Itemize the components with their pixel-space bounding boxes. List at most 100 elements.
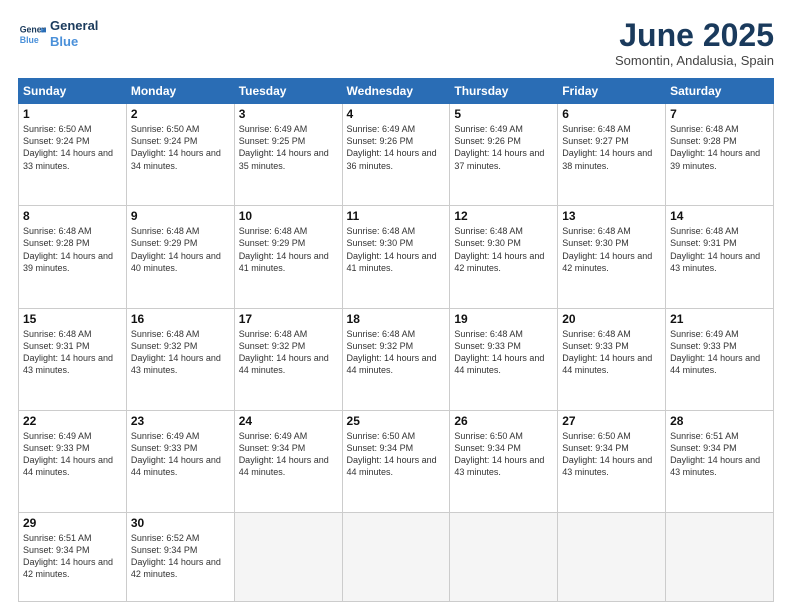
cell-info: Sunrise: 6:48 AMSunset: 9:32 PMDaylight:…	[347, 329, 437, 375]
day-number: 19	[454, 312, 553, 326]
cell-info: Sunrise: 6:49 AMSunset: 9:33 PMDaylight:…	[131, 431, 221, 477]
calendar-cell: 20Sunrise: 6:48 AMSunset: 9:33 PMDayligh…	[558, 308, 666, 410]
header: General Blue General Blue June 2025 Somo…	[18, 18, 774, 68]
cell-info: Sunrise: 6:50 AMSunset: 9:34 PMDaylight:…	[562, 431, 652, 477]
day-number: 3	[239, 107, 338, 121]
day-number: 9	[131, 209, 230, 223]
calendar-cell	[342, 512, 450, 601]
cell-info: Sunrise: 6:48 AMSunset: 9:29 PMDaylight:…	[239, 226, 329, 272]
day-number: 6	[562, 107, 661, 121]
calendar-cell: 4 Sunrise: 6:49 AMSunset: 9:26 PMDaylight…	[342, 104, 450, 206]
cell-info: Sunrise: 6:49 AMSunset: 9:25 PMDaylight:…	[239, 124, 329, 170]
calendar-cell: 10Sunrise: 6:48 AMSunset: 9:29 PMDayligh…	[234, 206, 342, 308]
calendar-cell: 23 Sunrise: 6:49 AMSunset: 9:33 PMDayligh…	[126, 410, 234, 512]
col-monday: Monday	[126, 79, 234, 104]
day-number: 15	[23, 312, 122, 326]
calendar-cell	[666, 512, 774, 601]
cell-info: Sunrise: 6:49 AMSunset: 9:33 PMDaylight:…	[23, 431, 113, 477]
calendar-cell: 14 Sunrise: 6:48 AMSunset: 9:31 PMDayligh…	[666, 206, 774, 308]
calendar-cell: 18 Sunrise: 6:48 AMSunset: 9:32 PMDayligh…	[342, 308, 450, 410]
calendar-cell: 27 Sunrise: 6:50 AMSunset: 9:34 PMDayligh…	[558, 410, 666, 512]
cell-info: Sunrise: 6:52 AMSunset: 9:34 PMDaylight:…	[131, 533, 221, 579]
calendar-header-row: Sunday Monday Tuesday Wednesday Thursday…	[19, 79, 774, 104]
col-saturday: Saturday	[666, 79, 774, 104]
day-number: 29	[23, 516, 122, 530]
calendar-week-row: 29 Sunrise: 6:51 AMSunset: 9:34 PMDayligh…	[19, 512, 774, 601]
calendar-cell	[558, 512, 666, 601]
cell-info: Sunrise: 6:48 AMSunset: 9:30 PMDaylight:…	[562, 226, 652, 272]
cell-info: Sunrise: 6:48 AMSunset: 9:32 PMDaylight:…	[239, 329, 329, 375]
calendar-cell: 5Sunrise: 6:49 AMSunset: 9:26 PMDaylight…	[450, 104, 558, 206]
calendar-cell: 16Sunrise: 6:48 AMSunset: 9:32 PMDayligh…	[126, 308, 234, 410]
cell-info: Sunrise: 6:48 AMSunset: 9:28 PMDaylight:…	[23, 226, 113, 272]
day-number: 2	[131, 107, 230, 121]
day-number: 30	[131, 516, 230, 530]
cell-info: Sunrise: 6:48 AMSunset: 9:31 PMDaylight:…	[670, 226, 760, 272]
cell-info: Sunrise: 6:48 AMSunset: 9:31 PMDaylight:…	[23, 329, 113, 375]
logo-icon: General Blue	[18, 20, 46, 48]
cell-info: Sunrise: 6:49 AMSunset: 9:26 PMDaylight:…	[347, 124, 437, 170]
calendar-cell: 24 Sunrise: 6:49 AMSunset: 9:34 PMDayligh…	[234, 410, 342, 512]
day-number: 25	[347, 414, 446, 428]
calendar-cell: 26 Sunrise: 6:50 AMSunset: 9:34 PMDayligh…	[450, 410, 558, 512]
calendar-cell: 25 Sunrise: 6:50 AMSunset: 9:34 PMDayligh…	[342, 410, 450, 512]
day-number: 13	[562, 209, 661, 223]
calendar-cell: 8 Sunrise: 6:48 AMSunset: 9:28 PMDaylight…	[19, 206, 127, 308]
calendar-cell	[234, 512, 342, 601]
cell-info: Sunrise: 6:49 AMSunset: 9:34 PMDaylight:…	[239, 431, 329, 477]
cell-info: Sunrise: 6:50 AMSunset: 9:34 PMDaylight:…	[454, 431, 544, 477]
day-number: 8	[23, 209, 122, 223]
col-thursday: Thursday	[450, 79, 558, 104]
cell-info: Sunrise: 6:49 AMSunset: 9:33 PMDaylight:…	[670, 329, 760, 375]
day-number: 18	[347, 312, 446, 326]
calendar-cell: 11 Sunrise: 6:48 AMSunset: 9:30 PMDayligh…	[342, 206, 450, 308]
calendar-week-row: 1 Sunrise: 6:50 AMSunset: 9:24 PMDaylight…	[19, 104, 774, 206]
day-number: 17	[239, 312, 338, 326]
calendar-cell: 22 Sunrise: 6:49 AMSunset: 9:33 PMDayligh…	[19, 410, 127, 512]
cell-info: Sunrise: 6:50 AMSunset: 9:34 PMDaylight:…	[347, 431, 437, 477]
day-number: 5	[454, 107, 553, 121]
calendar-cell: 15 Sunrise: 6:48 AMSunset: 9:31 PMDayligh…	[19, 308, 127, 410]
location: Somontin, Andalusia, Spain	[615, 53, 774, 68]
logo-text: General Blue	[50, 18, 98, 49]
cell-info: Sunrise: 6:51 AMSunset: 9:34 PMDaylight:…	[23, 533, 113, 579]
calendar-table: Sunday Monday Tuesday Wednesday Thursday…	[18, 78, 774, 602]
cell-info: Sunrise: 6:48 AMSunset: 9:30 PMDaylight:…	[454, 226, 544, 272]
day-number: 4	[347, 107, 446, 121]
calendar-page: General Blue General Blue June 2025 Somo…	[0, 0, 792, 612]
day-number: 11	[347, 209, 446, 223]
day-number: 7	[670, 107, 769, 121]
day-number: 14	[670, 209, 769, 223]
col-sunday: Sunday	[19, 79, 127, 104]
col-friday: Friday	[558, 79, 666, 104]
day-number: 27	[562, 414, 661, 428]
cell-info: Sunrise: 6:50 AMSunset: 9:24 PMDaylight:…	[23, 124, 113, 170]
day-number: 12	[454, 209, 553, 223]
calendar-cell: 9Sunrise: 6:48 AMSunset: 9:29 PMDaylight…	[126, 206, 234, 308]
calendar-week-row: 22 Sunrise: 6:49 AMSunset: 9:33 PMDayligh…	[19, 410, 774, 512]
calendar-cell: 19Sunrise: 6:48 AMSunset: 9:33 PMDayligh…	[450, 308, 558, 410]
calendar-cell: 7 Sunrise: 6:48 AMSunset: 9:28 PMDaylight…	[666, 104, 774, 206]
day-number: 23	[131, 414, 230, 428]
day-number: 16	[131, 312, 230, 326]
day-number: 26	[454, 414, 553, 428]
cell-info: Sunrise: 6:48 AMSunset: 9:28 PMDaylight:…	[670, 124, 760, 170]
day-number: 20	[562, 312, 661, 326]
calendar-cell: 1 Sunrise: 6:50 AMSunset: 9:24 PMDaylight…	[19, 104, 127, 206]
day-number: 22	[23, 414, 122, 428]
calendar-cell: 6 Sunrise: 6:48 AMSunset: 9:27 PMDaylight…	[558, 104, 666, 206]
cell-info: Sunrise: 6:51 AMSunset: 9:34 PMDaylight:…	[670, 431, 760, 477]
cell-info: Sunrise: 6:48 AMSunset: 9:30 PMDaylight:…	[347, 226, 437, 272]
day-number: 24	[239, 414, 338, 428]
calendar-cell: 12 Sunrise: 6:48 AMSunset: 9:30 PMDayligh…	[450, 206, 558, 308]
title-block: June 2025 Somontin, Andalusia, Spain	[615, 18, 774, 68]
calendar-week-row: 15 Sunrise: 6:48 AMSunset: 9:31 PMDayligh…	[19, 308, 774, 410]
col-tuesday: Tuesday	[234, 79, 342, 104]
calendar-cell	[450, 512, 558, 601]
calendar-cell: 28Sunrise: 6:51 AMSunset: 9:34 PMDayligh…	[666, 410, 774, 512]
cell-info: Sunrise: 6:48 AMSunset: 9:27 PMDaylight:…	[562, 124, 652, 170]
day-number: 21	[670, 312, 769, 326]
svg-text:Blue: Blue	[20, 34, 39, 44]
day-number: 1	[23, 107, 122, 121]
col-wednesday: Wednesday	[342, 79, 450, 104]
